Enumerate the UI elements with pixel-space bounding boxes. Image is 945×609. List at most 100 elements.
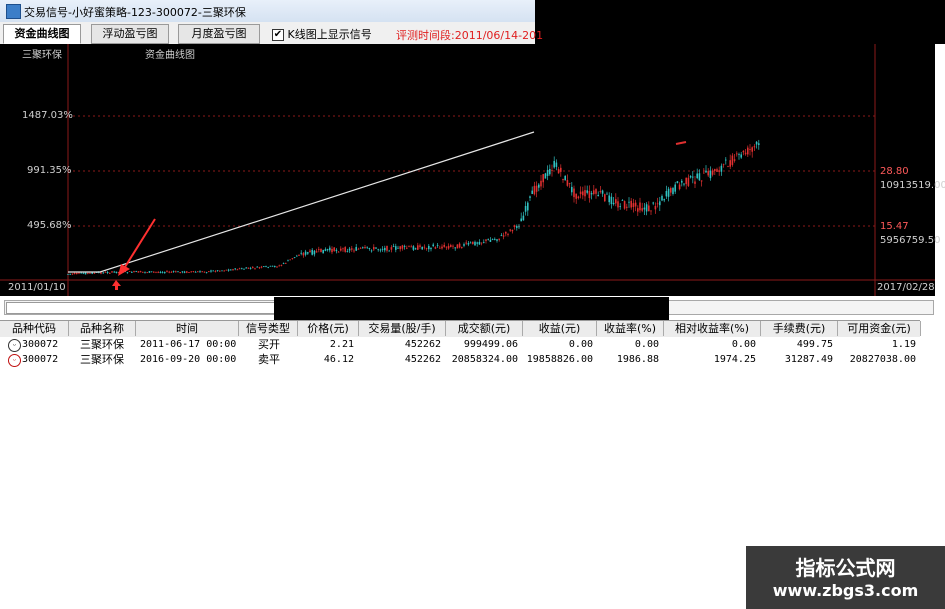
candle-body xyxy=(252,267,254,268)
show-signals-option[interactable]: ✔ K线图上显示信号 xyxy=(272,26,372,42)
row-name: 三聚环保 xyxy=(80,353,124,366)
candle-body xyxy=(623,201,626,209)
candle-body xyxy=(386,245,388,251)
candle-body xyxy=(639,202,641,211)
candle-body xyxy=(738,154,740,156)
col-header-name[interactable]: 品种名称 xyxy=(69,321,136,336)
candle-body xyxy=(379,249,382,251)
candle-body xyxy=(753,146,756,148)
candle-body xyxy=(663,199,665,201)
candle-body xyxy=(665,190,668,197)
tab-equity-curve[interactable]: 资金曲线图 xyxy=(3,24,81,44)
col-header-fee[interactable]: 手续费(元) xyxy=(761,321,838,336)
candle-body xyxy=(520,218,522,222)
col-header-volume[interactable]: 交易量(股/手) xyxy=(359,321,446,336)
candle-body xyxy=(676,181,679,184)
candle-body xyxy=(397,247,399,249)
candle-body xyxy=(219,270,221,272)
col-header-time[interactable]: 时间 xyxy=(136,321,239,336)
candle-body xyxy=(203,271,206,273)
candle-body xyxy=(509,229,511,231)
col-header-amount[interactable]: 成交额(元) xyxy=(446,321,523,336)
candle-body xyxy=(221,270,223,272)
candle-body xyxy=(302,253,305,256)
candle-body xyxy=(632,203,635,208)
candle-body xyxy=(139,271,142,273)
candle-body xyxy=(271,265,274,267)
candle-body xyxy=(197,271,199,273)
col-header-relative-rate[interactable]: 相对收益率(%) xyxy=(664,321,761,336)
tab-floating-pnl[interactable]: 浮动盈亏图 xyxy=(91,24,169,44)
candle-body xyxy=(476,242,478,244)
candle-body xyxy=(650,210,652,212)
candle-body xyxy=(137,271,140,273)
candle-body xyxy=(381,248,384,250)
candle-body xyxy=(606,193,608,195)
candle-body xyxy=(148,271,151,273)
candle-body xyxy=(142,271,144,273)
candle-body xyxy=(648,205,650,212)
candle-body xyxy=(384,247,386,251)
candle-body xyxy=(447,245,450,249)
row-time: 2016-09-20 00:00 xyxy=(140,354,237,365)
candle-body xyxy=(494,238,496,240)
candle-body xyxy=(80,272,82,274)
candle-body xyxy=(340,248,342,251)
tab-monthly-pnl[interactable]: 月度盈亏图 xyxy=(178,24,260,44)
candle-body xyxy=(522,215,525,221)
candle-body xyxy=(408,245,410,247)
candle-body xyxy=(535,185,538,192)
candle-body xyxy=(496,239,498,241)
candle-body xyxy=(518,226,520,228)
candle-body xyxy=(104,272,107,273)
candle-body xyxy=(524,205,527,212)
candle-body xyxy=(703,172,705,174)
candle-body xyxy=(571,186,573,193)
candle-body xyxy=(324,249,327,251)
candle-body xyxy=(551,170,553,171)
candle-body xyxy=(597,194,599,197)
candle-body xyxy=(157,271,159,273)
candle-body xyxy=(725,159,727,161)
candle-body xyxy=(307,252,309,254)
candle-body xyxy=(573,188,575,198)
candle-body xyxy=(208,271,210,272)
candle-body xyxy=(705,170,707,173)
candle-body xyxy=(241,268,243,270)
col-header-rate[interactable]: 收益率(%) xyxy=(597,321,664,336)
equity-chart xyxy=(0,44,935,296)
col-header-price[interactable]: 价格(元) xyxy=(298,321,359,336)
candle-body xyxy=(304,251,307,255)
candle-body xyxy=(133,271,135,272)
show-signals-checkbox[interactable]: ✔ xyxy=(272,29,284,41)
col-header-cash[interactable]: 可用资金(元) xyxy=(838,321,921,336)
candle-body xyxy=(749,148,751,150)
candle-body xyxy=(278,265,280,267)
candle-body xyxy=(659,201,661,206)
y-tick-label: 991.35% xyxy=(27,165,72,176)
candle-body xyxy=(335,249,338,252)
candle-body xyxy=(267,266,269,268)
window-title: 交易信号-小好蜜策略-123-300072-三聚环保 xyxy=(24,6,246,19)
col-header-signal-type[interactable]: 信号类型 xyxy=(239,321,298,336)
candle-body xyxy=(507,234,509,235)
row-profit: 0.00 xyxy=(568,339,593,350)
candle-body xyxy=(135,271,137,272)
col-header-profit[interactable]: 收益(元) xyxy=(523,321,597,336)
candle-body xyxy=(430,247,432,250)
candle-body xyxy=(718,170,720,172)
candle-body xyxy=(280,265,283,266)
candle-body xyxy=(540,180,542,187)
col-header-code[interactable]: 品种代码 xyxy=(0,321,69,336)
candle-body xyxy=(390,247,393,250)
candle-wick xyxy=(675,141,687,145)
candle-body xyxy=(69,273,71,275)
candle-body xyxy=(205,272,208,274)
candle-body xyxy=(617,201,619,208)
candle-body xyxy=(210,270,212,272)
candle-body xyxy=(615,199,617,204)
candle-body xyxy=(742,150,745,153)
scrollbar-thumb[interactable] xyxy=(6,302,276,314)
candle-body xyxy=(681,180,683,183)
candle-body xyxy=(309,250,311,253)
